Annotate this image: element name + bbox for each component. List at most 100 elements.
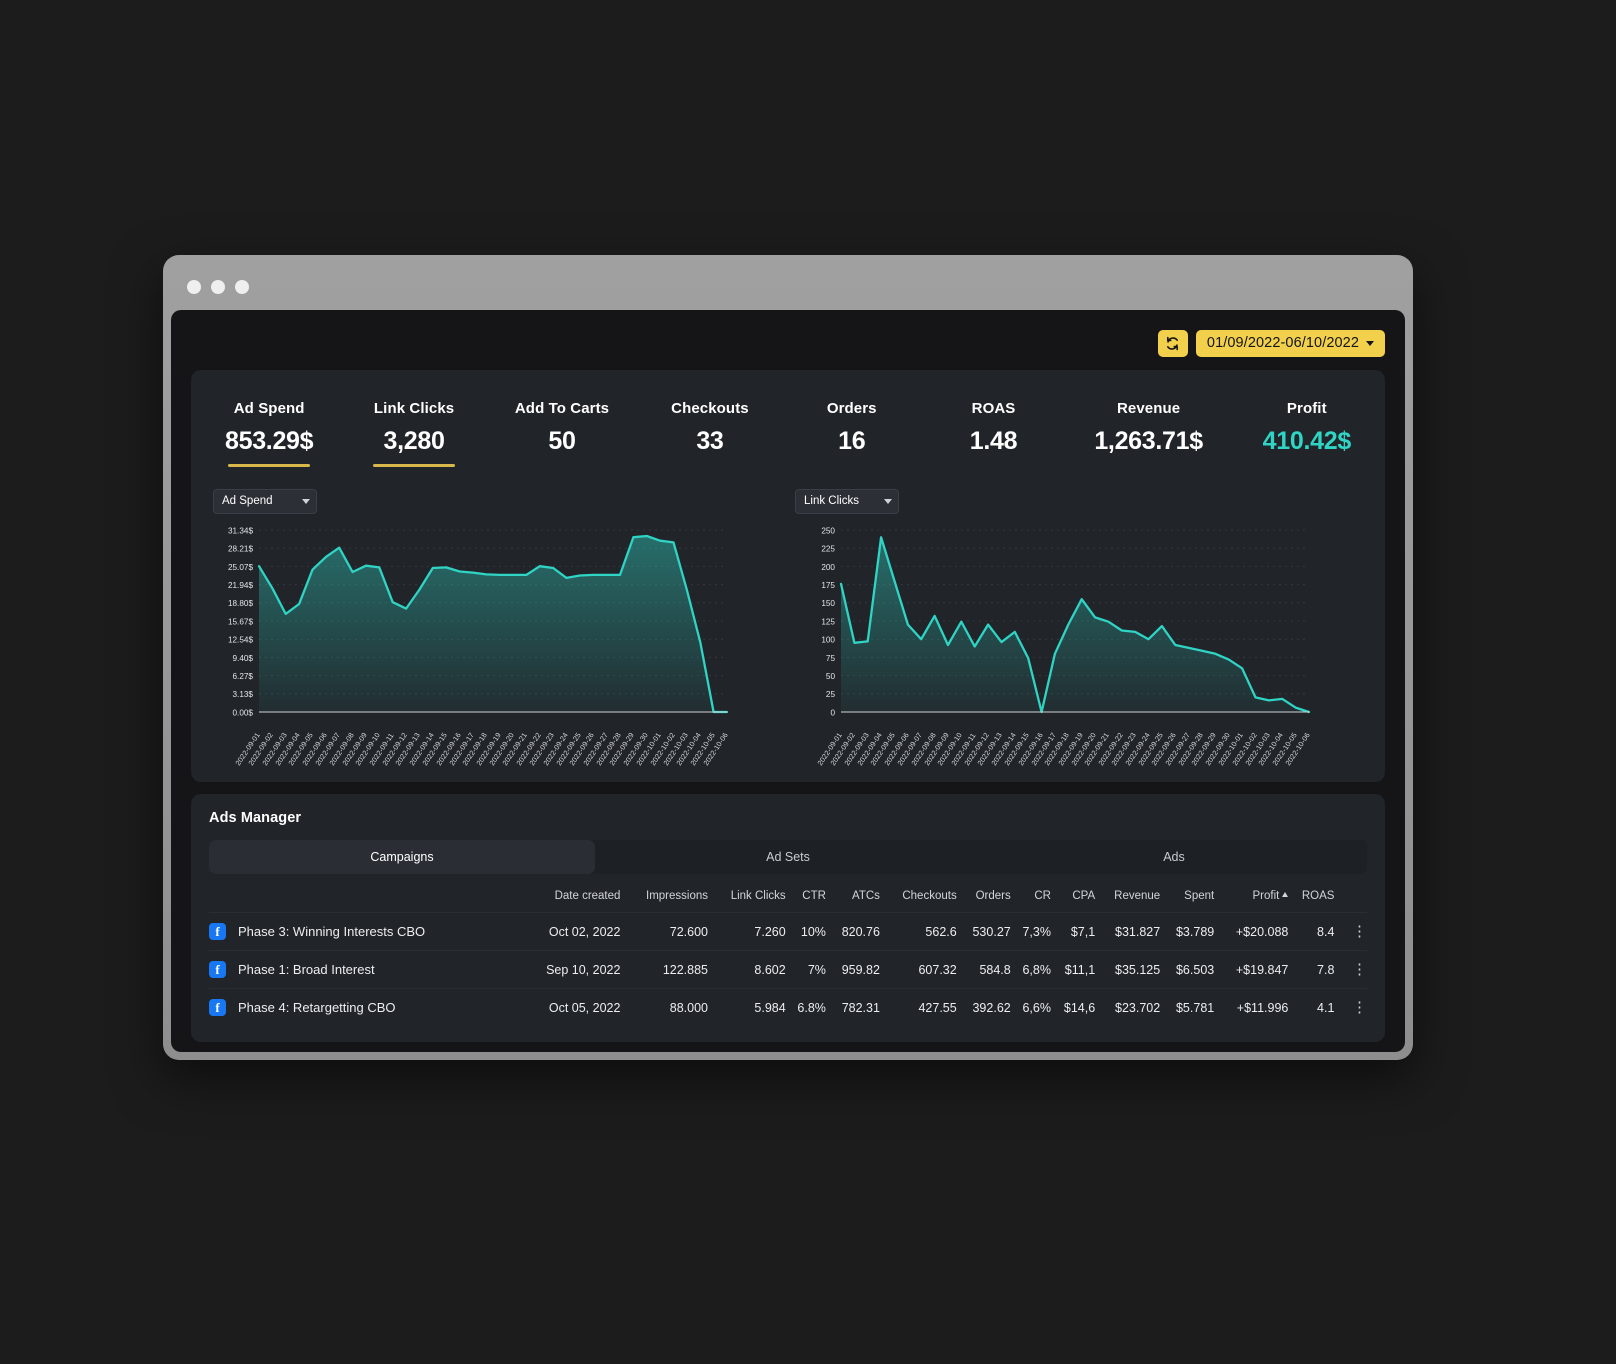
refresh-button[interactable]	[1157, 329, 1188, 357]
row-menu-cell[interactable]: ⋮	[1334, 912, 1367, 951]
cell-ctr: 10%	[785, 912, 826, 951]
column-header-ctr[interactable]: CTR	[786, 880, 826, 913]
column-header-spent[interactable]: Spent	[1160, 880, 1214, 913]
column-header-profit[interactable]: Profit	[1214, 880, 1289, 913]
left-chart-x-axis: 2022-09-01 2022-09-02 2022-09-03 2022-09-04…	[233, 722, 781, 777]
kpi-label: Orders	[826, 400, 877, 417]
kpi-label: Link Clicks	[373, 400, 455, 417]
more-options-icon[interactable]: ⋮	[1344, 961, 1367, 978]
ads-manager-panel: Ads Manager Campaigns Ad Sets Ads Date cre…	[191, 794, 1385, 1042]
ads-table: Date created Impressions Link Clicks CTR ATC…	[209, 880, 1367, 1026]
svg-text:31.34$: 31.34$	[228, 526, 253, 535]
chevron-down-icon	[1366, 340, 1374, 346]
window-minimize-dot[interactable]	[211, 279, 225, 294]
svg-text:25: 25	[826, 690, 836, 699]
column-header-cpa[interactable]: CPA	[1051, 880, 1095, 913]
campaign-name-cell[interactable]: f Phase 3: Winning Interests CBO	[209, 912, 515, 951]
ads-manager-tabs: Campaigns Ad Sets Ads	[209, 840, 1367, 874]
column-header-date-created[interactable]: Date created	[515, 880, 621, 913]
svg-text:25.07$: 25.07$	[228, 562, 253, 571]
svg-text:9.40$: 9.40$	[233, 653, 254, 662]
chart-left: Ad SpendLink ClicksAdd To CartsCheckouts…	[213, 488, 781, 777]
metrics-panel: Ad Spend 853.29$ Link Clicks 3,280 Add To Ca…	[191, 370, 1385, 782]
kpi-value: 50	[548, 427, 576, 455]
svg-text:100: 100	[821, 635, 835, 644]
date-range-picker[interactable]: 01/09/2022-06/10/2022	[1195, 329, 1385, 357]
window-close-dot[interactable]	[187, 279, 201, 294]
kpi-value: 33	[696, 427, 724, 455]
table-row[interactable]: f Phase 3: Winning Interests CBO Oct 02, 2…	[209, 912, 1367, 951]
ads-table-head: Date created Impressions Link Clicks CTR ATC…	[209, 880, 1367, 913]
campaign-name-cell[interactable]: f Phase 1: Broad Interest	[209, 950, 515, 989]
column-header-orders[interactable]: Orders	[957, 880, 1011, 913]
link-clicks-area-chart: 250 225 200 175 150 125 100 75 50 25 0	[795, 522, 1363, 722]
cell-ctr: 7%	[785, 950, 826, 989]
tab-label: Ads	[1163, 850, 1185, 864]
column-header-atcs[interactable]: ATCs	[826, 880, 880, 913]
svg-text:175: 175	[821, 581, 835, 590]
campaign-name-cell[interactable]: f Phase 4: Retargetting CBO	[209, 988, 515, 1026]
row-menu-cell[interactable]: ⋮	[1334, 988, 1367, 1026]
ads-table-body: f Phase 3: Winning Interests CBO Oct 02, 2…	[209, 912, 1367, 1026]
cell-date-created: Oct 02, 2022	[515, 912, 621, 951]
column-header-actions	[1334, 880, 1367, 913]
cell-spent: $6.503	[1160, 950, 1215, 989]
column-header-checkouts[interactable]: Checkouts	[880, 880, 956, 913]
tab-ads[interactable]: Ads	[981, 840, 1367, 874]
refresh-icon	[1167, 336, 1179, 350]
table-row[interactable]: f Phase 1: Broad Interest Sep 10, 2022 122.…	[209, 950, 1367, 989]
cell-date-created: Sep 10, 2022	[515, 950, 621, 989]
window-maximize-dot[interactable]	[235, 279, 249, 294]
svg-text:250: 250	[821, 526, 835, 535]
kpi-checkouts: Checkouts 33	[669, 400, 751, 467]
tab-campaigns[interactable]: Campaigns	[209, 840, 595, 874]
cell-impressions: 88.000	[620, 988, 709, 1026]
right-chart-x-axis: 2022-09-01 2022-09-02 2022-09-03 2022-09-04…	[815, 722, 1363, 777]
tab-label: Ad Sets	[766, 850, 810, 864]
campaign-name: Phase 3: Winning Interests CBO	[238, 924, 426, 939]
tab-ad-sets[interactable]: Ad Sets	[595, 840, 981, 874]
kpi-link-clicks: Link Clicks 3,280	[373, 400, 456, 467]
cell-cr: 6,8%	[1010, 950, 1051, 989]
more-options-icon[interactable]: ⋮	[1344, 999, 1367, 1016]
table-row[interactable]: f Phase 4: Retargetting CBO Oct 05, 2022 88…	[209, 988, 1367, 1026]
svg-text:75: 75	[826, 653, 836, 662]
kpi-ad-spend: Ad Spend 853.29$	[225, 400, 314, 467]
kpi-orders: Orders 16	[811, 400, 893, 467]
kpi-underline	[228, 464, 311, 467]
kpi-value: 1,263.71$	[1094, 427, 1203, 455]
cell-cpa: $11,1	[1050, 950, 1096, 989]
right-metric-select[interactable]: Ad SpendLink ClicksAdd To CartsCheckouts…	[795, 488, 899, 514]
column-header-impressions[interactable]: Impressions	[620, 880, 708, 913]
cell-orders: 584.8	[956, 950, 1011, 989]
column-header-revenue[interactable]: Revenue	[1095, 880, 1160, 913]
cell-checkouts: 607.32	[879, 950, 957, 989]
more-options-icon[interactable]: ⋮	[1344, 923, 1367, 940]
cell-ctr: 6.8%	[785, 988, 826, 1026]
kpi-label: Profit	[1286, 400, 1327, 417]
cell-impressions: 122.885	[620, 950, 709, 989]
kpi-value: 1.48	[969, 427, 1018, 455]
cell-cpa: $14,6	[1050, 988, 1096, 1026]
svg-text:21.94$: 21.94$	[228, 581, 253, 590]
cell-roas: 8.4	[1288, 912, 1335, 951]
column-header-link-clicks[interactable]: Link Clicks	[708, 880, 786, 913]
kpi-label: Revenue	[1116, 400, 1181, 417]
cell-revenue: $35.125	[1095, 950, 1161, 989]
left-metric-select[interactable]: Ad SpendLink ClicksAdd To CartsCheckouts…	[213, 488, 317, 514]
column-header-cr[interactable]: CR	[1011, 880, 1051, 913]
window-titlebar	[171, 263, 1405, 310]
top-toolbar: 01/09/2022-06/10/2022	[191, 324, 1385, 362]
kpi-add-to-carts: Add To Carts 50	[515, 400, 609, 467]
svg-text:6.27$: 6.27$	[233, 672, 254, 681]
svg-text:125: 125	[821, 617, 835, 626]
kpi-row: Ad Spend 853.29$ Link Clicks 3,280 Add To Ca…	[211, 392, 1365, 467]
cell-profit: +$19.847	[1214, 950, 1289, 989]
svg-text:225: 225	[821, 544, 835, 553]
svg-text:0.00$: 0.00$	[233, 708, 254, 717]
row-menu-cell[interactable]: ⋮	[1334, 950, 1367, 989]
chart-right: Ad SpendLink ClicksAdd To CartsCheckouts…	[795, 488, 1363, 777]
column-header-roas[interactable]: ROAS	[1288, 880, 1335, 913]
facebook-icon: f	[209, 923, 226, 940]
kpi-label: Ad Spend	[233, 400, 305, 417]
